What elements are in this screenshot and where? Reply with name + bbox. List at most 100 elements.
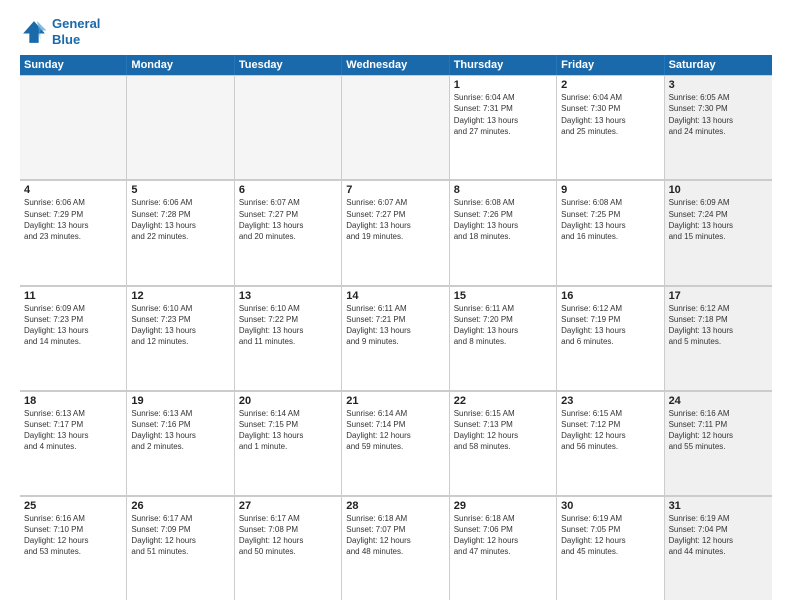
cell-info: Sunrise: 6:18 AM Sunset: 7:07 PM Dayligh…: [346, 513, 444, 558]
calendar-header-cell: Tuesday: [235, 55, 342, 75]
cell-info: Sunrise: 6:18 AM Sunset: 7:06 PM Dayligh…: [454, 513, 552, 558]
logo-text: General Blue: [52, 16, 100, 47]
cell-info: Sunrise: 6:06 AM Sunset: 7:29 PM Dayligh…: [24, 197, 122, 242]
cell-info: Sunrise: 6:13 AM Sunset: 7:16 PM Dayligh…: [131, 408, 229, 453]
calendar-cell: 16Sunrise: 6:12 AM Sunset: 7:19 PM Dayli…: [557, 286, 664, 390]
cell-info: Sunrise: 6:12 AM Sunset: 7:19 PM Dayligh…: [561, 303, 659, 348]
calendar-cell: 18Sunrise: 6:13 AM Sunset: 7:17 PM Dayli…: [20, 391, 127, 495]
cell-info: Sunrise: 6:10 AM Sunset: 7:22 PM Dayligh…: [239, 303, 337, 348]
cell-info: Sunrise: 6:19 AM Sunset: 7:04 PM Dayligh…: [669, 513, 768, 558]
calendar-week-row: 25Sunrise: 6:16 AM Sunset: 7:10 PM Dayli…: [20, 496, 772, 600]
calendar-header-cell: Thursday: [450, 55, 557, 75]
calendar-cell: 25Sunrise: 6:16 AM Sunset: 7:10 PM Dayli…: [20, 496, 127, 600]
calendar-cell: 27Sunrise: 6:17 AM Sunset: 7:08 PM Dayli…: [235, 496, 342, 600]
header: General Blue: [20, 16, 772, 47]
cell-info: Sunrise: 6:11 AM Sunset: 7:20 PM Dayligh…: [454, 303, 552, 348]
day-number: 8: [454, 184, 552, 196]
calendar-cell: 9Sunrise: 6:08 AM Sunset: 7:25 PM Daylig…: [557, 180, 664, 284]
day-number: 2: [561, 79, 659, 91]
cell-info: Sunrise: 6:13 AM Sunset: 7:17 PM Dayligh…: [24, 408, 122, 453]
calendar-cell: 1Sunrise: 6:04 AM Sunset: 7:31 PM Daylig…: [450, 75, 557, 179]
calendar-cell: 6Sunrise: 6:07 AM Sunset: 7:27 PM Daylig…: [235, 180, 342, 284]
day-number: 26: [131, 500, 229, 512]
calendar-week-row: 4Sunrise: 6:06 AM Sunset: 7:29 PM Daylig…: [20, 180, 772, 285]
page: General Blue SundayMondayTuesdayWednesda…: [0, 0, 792, 612]
day-number: 5: [131, 184, 229, 196]
day-number: 22: [454, 395, 552, 407]
cell-info: Sunrise: 6:17 AM Sunset: 7:09 PM Dayligh…: [131, 513, 229, 558]
cell-info: Sunrise: 6:07 AM Sunset: 7:27 PM Dayligh…: [239, 197, 337, 242]
calendar-cell: 26Sunrise: 6:17 AM Sunset: 7:09 PM Dayli…: [127, 496, 234, 600]
day-number: 23: [561, 395, 659, 407]
calendar-cell: 7Sunrise: 6:07 AM Sunset: 7:27 PM Daylig…: [342, 180, 449, 284]
day-number: 3: [669, 79, 768, 91]
day-number: 24: [669, 395, 768, 407]
calendar-header-cell: Sunday: [20, 55, 127, 75]
calendar-body: 1Sunrise: 6:04 AM Sunset: 7:31 PM Daylig…: [20, 75, 772, 600]
calendar-cell: [20, 75, 127, 179]
cell-info: Sunrise: 6:10 AM Sunset: 7:23 PM Dayligh…: [131, 303, 229, 348]
day-number: 12: [131, 290, 229, 302]
cell-info: Sunrise: 6:05 AM Sunset: 7:30 PM Dayligh…: [669, 92, 768, 137]
calendar-cell: 19Sunrise: 6:13 AM Sunset: 7:16 PM Dayli…: [127, 391, 234, 495]
calendar-header-cell: Saturday: [665, 55, 772, 75]
logo: General Blue: [20, 16, 100, 47]
cell-info: Sunrise: 6:04 AM Sunset: 7:31 PM Dayligh…: [454, 92, 552, 137]
calendar-header-cell: Wednesday: [342, 55, 449, 75]
day-number: 13: [239, 290, 337, 302]
calendar-cell: 30Sunrise: 6:19 AM Sunset: 7:05 PM Dayli…: [557, 496, 664, 600]
day-number: 17: [669, 290, 768, 302]
cell-info: Sunrise: 6:15 AM Sunset: 7:13 PM Dayligh…: [454, 408, 552, 453]
day-number: 21: [346, 395, 444, 407]
day-number: 29: [454, 500, 552, 512]
calendar-cell: 4Sunrise: 6:06 AM Sunset: 7:29 PM Daylig…: [20, 180, 127, 284]
cell-info: Sunrise: 6:14 AM Sunset: 7:14 PM Dayligh…: [346, 408, 444, 453]
day-number: 27: [239, 500, 337, 512]
cell-info: Sunrise: 6:15 AM Sunset: 7:12 PM Dayligh…: [561, 408, 659, 453]
calendar-week-row: 1Sunrise: 6:04 AM Sunset: 7:31 PM Daylig…: [20, 75, 772, 180]
calendar-cell: 22Sunrise: 6:15 AM Sunset: 7:13 PM Dayli…: [450, 391, 557, 495]
cell-info: Sunrise: 6:11 AM Sunset: 7:21 PM Dayligh…: [346, 303, 444, 348]
cell-info: Sunrise: 6:16 AM Sunset: 7:10 PM Dayligh…: [24, 513, 122, 558]
cell-info: Sunrise: 6:06 AM Sunset: 7:28 PM Dayligh…: [131, 197, 229, 242]
cell-info: Sunrise: 6:09 AM Sunset: 7:24 PM Dayligh…: [669, 197, 768, 242]
day-number: 14: [346, 290, 444, 302]
cell-info: Sunrise: 6:04 AM Sunset: 7:30 PM Dayligh…: [561, 92, 659, 137]
calendar-cell: [342, 75, 449, 179]
calendar-cell: 3Sunrise: 6:05 AM Sunset: 7:30 PM Daylig…: [665, 75, 772, 179]
day-number: 9: [561, 184, 659, 196]
calendar-cell: 8Sunrise: 6:08 AM Sunset: 7:26 PM Daylig…: [450, 180, 557, 284]
cell-info: Sunrise: 6:14 AM Sunset: 7:15 PM Dayligh…: [239, 408, 337, 453]
calendar-cell: 15Sunrise: 6:11 AM Sunset: 7:20 PM Dayli…: [450, 286, 557, 390]
day-number: 7: [346, 184, 444, 196]
calendar: SundayMondayTuesdayWednesdayThursdayFrid…: [20, 55, 772, 600]
calendar-cell: 10Sunrise: 6:09 AM Sunset: 7:24 PM Dayli…: [665, 180, 772, 284]
calendar-cell: 29Sunrise: 6:18 AM Sunset: 7:06 PM Dayli…: [450, 496, 557, 600]
calendar-header-cell: Monday: [127, 55, 234, 75]
calendar-cell: [127, 75, 234, 179]
cell-info: Sunrise: 6:07 AM Sunset: 7:27 PM Dayligh…: [346, 197, 444, 242]
cell-info: Sunrise: 6:08 AM Sunset: 7:26 PM Dayligh…: [454, 197, 552, 242]
cell-info: Sunrise: 6:17 AM Sunset: 7:08 PM Dayligh…: [239, 513, 337, 558]
day-number: 15: [454, 290, 552, 302]
day-number: 10: [669, 184, 768, 196]
calendar-cell: 31Sunrise: 6:19 AM Sunset: 7:04 PM Dayli…: [665, 496, 772, 600]
calendar-cell: 11Sunrise: 6:09 AM Sunset: 7:23 PM Dayli…: [20, 286, 127, 390]
calendar-cell: 2Sunrise: 6:04 AM Sunset: 7:30 PM Daylig…: [557, 75, 664, 179]
day-number: 4: [24, 184, 122, 196]
calendar-week-row: 11Sunrise: 6:09 AM Sunset: 7:23 PM Dayli…: [20, 286, 772, 391]
calendar-cell: 13Sunrise: 6:10 AM Sunset: 7:22 PM Dayli…: [235, 286, 342, 390]
calendar-header-cell: Friday: [557, 55, 664, 75]
day-number: 28: [346, 500, 444, 512]
calendar-week-row: 18Sunrise: 6:13 AM Sunset: 7:17 PM Dayli…: [20, 391, 772, 496]
calendar-header: SundayMondayTuesdayWednesdayThursdayFrid…: [20, 55, 772, 75]
day-number: 18: [24, 395, 122, 407]
day-number: 11: [24, 290, 122, 302]
calendar-cell: 28Sunrise: 6:18 AM Sunset: 7:07 PM Dayli…: [342, 496, 449, 600]
day-number: 20: [239, 395, 337, 407]
day-number: 16: [561, 290, 659, 302]
calendar-cell: 23Sunrise: 6:15 AM Sunset: 7:12 PM Dayli…: [557, 391, 664, 495]
calendar-cell: 20Sunrise: 6:14 AM Sunset: 7:15 PM Dayli…: [235, 391, 342, 495]
cell-info: Sunrise: 6:16 AM Sunset: 7:11 PM Dayligh…: [669, 408, 768, 453]
day-number: 31: [669, 500, 768, 512]
